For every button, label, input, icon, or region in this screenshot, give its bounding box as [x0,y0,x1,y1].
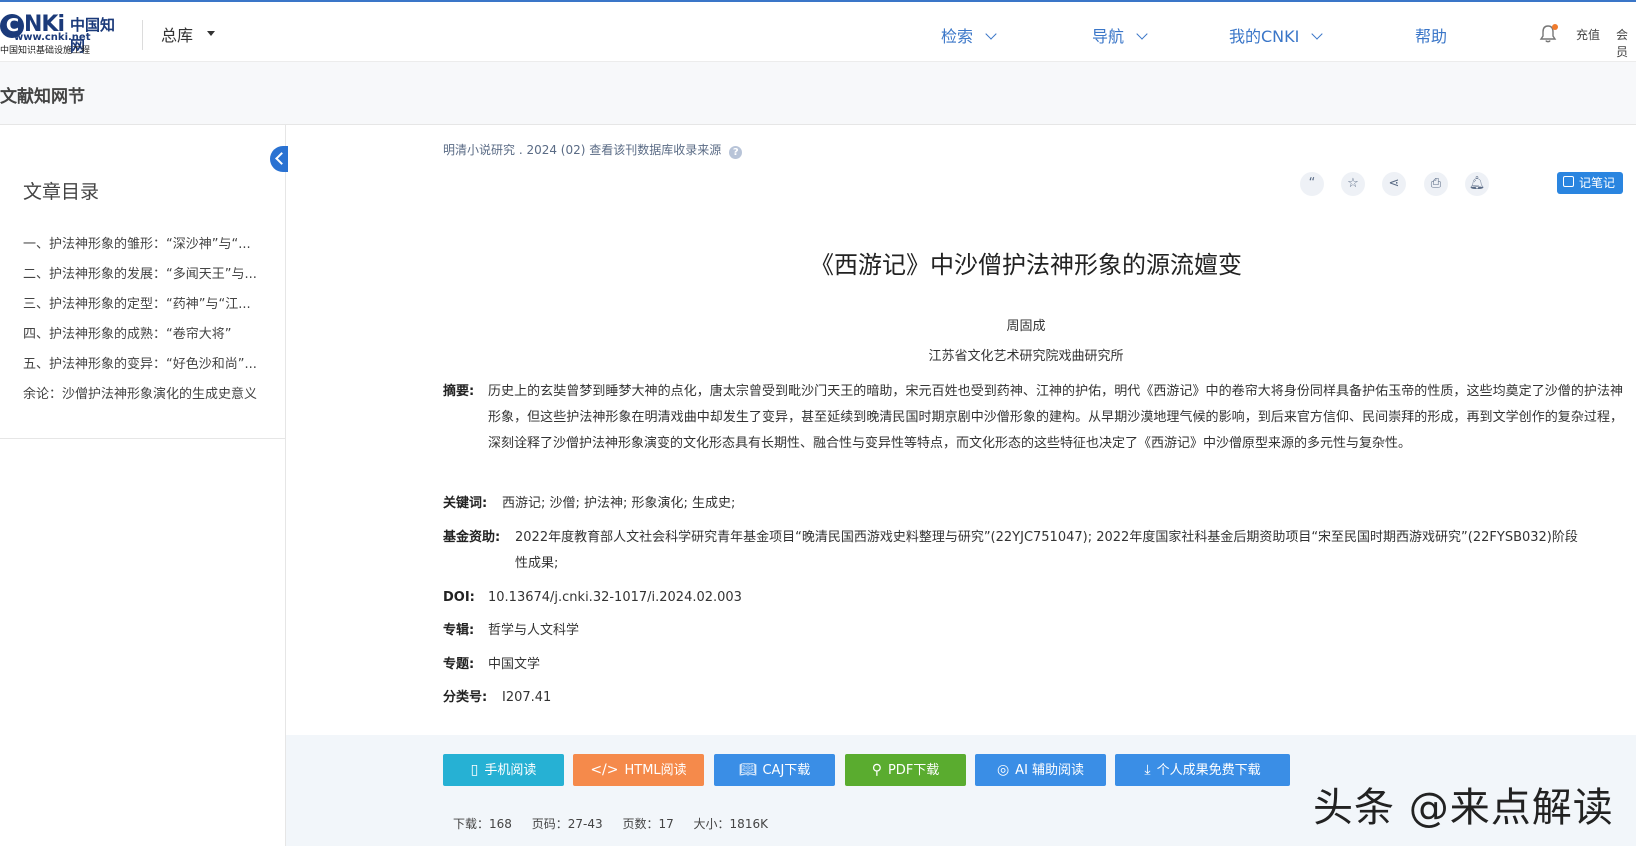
class-label: 分类号: [443,690,488,705]
nav-my-cnki-label: 我的CNKI [1229,27,1300,46]
toc-sidebar: 文章目录 一、护法神形象的雏形：“深沙神”与“... 二、护法神形象的发展：“多… [0,125,288,846]
fund-row: 基金资助: 2022年度教育部人文社会科学研究青年基金项目“晚清民国西游戏史料整… [443,525,1583,577]
notification-bell-icon[interactable] [1538,24,1558,44]
take-note-label: 记笔记 [1579,176,1616,190]
notification-dot [1552,24,1558,30]
mobile-read-label: 手机阅读 [484,763,537,778]
book-icon: 📖︎ [738,762,757,778]
topic-value: 中国文学 [488,657,541,672]
topic-row: 专题: 中国文学 [443,652,540,678]
toc-title: 文章目录 [23,181,100,203]
mobile-read-button[interactable]: ▯ 手机阅读 [443,754,564,786]
database-selector[interactable]: 总库 [161,22,215,46]
bell-icon[interactable]: 🔔︎ [1465,172,1489,196]
share-icon[interactable]: ⋖ [1382,172,1406,196]
nav-search-label: 检索 [941,27,974,46]
top-bar: C NKi 中国知网 www.cnki.net 中国知识基础设施工程 总库 检索 … [0,0,1636,62]
doi-label: DOI: [443,590,475,605]
html-read-label: HTML阅读 [624,763,687,778]
header-divider [142,20,143,50]
pdf-download-button[interactable]: ⚲ PDF下载 [845,754,966,786]
article-stats: 下载：168 页码：27-43 页数：17 大小：1816K [453,815,784,832]
print-icon[interactable]: ⎙ [1424,172,1448,196]
code-icon: </> [590,762,619,778]
watermark-text: 头条 @来点解读 [1313,785,1614,831]
nav-help-label: 帮助 [1415,27,1448,46]
class-row: 分类号: I207.41 [443,685,551,711]
fund-value[interactable]: 2022年度教育部人文社会科学研究青年基金项目“晚清民国西游戏史料整理与研究”(… [515,525,1583,577]
database-selector-label: 总库 [161,26,194,45]
keywords-row: 关键词: 西游记; 沙僧; 护法神; 形象演化; 生成史; [443,491,735,517]
caret-down-icon [207,31,215,36]
keywords-value[interactable]: 西游记; 沙僧; 护法神; 形象演化; 生成史; [502,496,735,511]
recharge-link[interactable]: 充值 [1576,26,1600,43]
ai-read-label: AI 辅助阅读 [1015,763,1085,778]
page-section-title: 文献知网节 [0,87,85,107]
nav-navigation-label: 导航 [1092,27,1125,46]
pdf-icon: ⚲ [871,762,882,778]
logo-subtitle: 中国知识基础设施工程 [0,46,91,56]
toc-item[interactable]: 四、护法神形象的成熟：“卷帘大将” [23,325,273,355]
nav-search[interactable]: 检索 [941,23,997,47]
toc-item[interactable]: 二、护法神形象的发展：“多闻天王”与... [23,265,273,295]
personal-download-label: 个人成果免费下载 [1156,763,1261,778]
toc-list: 一、护法神形象的雏形：“深沙神”与“... 二、护法神形象的发展：“多闻天王”与… [23,235,273,415]
abstract-label: 摘要: [443,384,475,399]
toc-item[interactable]: 一、护法神形象的雏形：“深沙神”与“... [23,235,273,265]
help-question-icon[interactable]: ? [729,146,743,159]
pdf-download-label: PDF下载 [887,763,940,778]
toc-divider [0,438,285,439]
nav-my-cnki[interactable]: 我的CNKI [1229,23,1324,47]
toc-item[interactable]: 余论：沙僧护法神形象演化的生成史意义 [23,385,273,415]
sub-header: 文献知网节 [0,62,1636,125]
stat-downloads: 下载：168 [453,817,512,831]
journal-source-text: 明清小说研究 . 2024 (02) 查看该刊数据库收录来源 [443,143,722,157]
caj-download-button[interactable]: 📖︎ CAJ下载 [714,754,835,786]
chevron-down-icon [985,28,997,40]
fund-label: 基金资助: [443,530,501,545]
star-icon[interactable]: ☆ [1341,172,1365,196]
personal-download-button[interactable]: ⤓ 个人成果免费下载 [1115,754,1290,786]
article-author[interactable]: 周固成 [286,315,1636,334]
quote-icon[interactable]: “ [1300,172,1324,196]
cnki-logo[interactable]: C NKi 中国知网 www.cnki.net 中国知识基础设施工程 [0,12,128,56]
journal-source[interactable]: 明清小说研究 . 2024 (02) 查看该刊数据库收录来源? [443,141,743,159]
topic-label: 专题: [443,657,475,672]
stat-size: 大小：1816K [693,817,768,831]
download-icon: ⤓ [1144,762,1151,778]
html-read-button[interactable]: </> HTML阅读 [573,754,704,786]
caj-download-label: CAJ下载 [762,763,811,778]
nav-navigation[interactable]: 导航 [1092,23,1148,47]
article-title: 《西游记》中沙僧护法神形象的源流嬗变 [810,251,1242,279]
stat-page-range: 页码：27-43 [531,817,603,831]
article-affiliation[interactable]: 江苏省文化艺术研究院戏曲研究所 [286,345,1636,364]
stat-page-count: 页数：17 [622,817,674,831]
toc-item[interactable]: 五、护法神形象的变异：“好色沙和尚”... [23,355,273,385]
doi-row: DOI: 10.13674/j.cnki.32-1017/i.2024.02.0… [443,585,742,611]
class-value: I207.41 [502,690,552,705]
nav-help[interactable]: 帮助 [1415,23,1447,47]
article-main: 明清小说研究 . 2024 (02) 查看该刊数据库收录来源? “ ☆ ⋖ ⎙ … [286,125,1636,846]
member-link[interactable]: 会员 [1616,26,1636,60]
ai-read-button[interactable]: ◎ AI 辅助阅读 [975,754,1106,786]
pen-icon [1563,176,1574,187]
toc-item[interactable]: 三、护法神形象的定型：“药神”与“江... [23,295,273,325]
logo-url: www.cnki.net [14,32,91,43]
ai-icon: ◎ [996,762,1010,778]
doi-value: 10.13674/j.cnki.32-1017/i.2024.02.003 [488,590,742,605]
phone-icon: ▯ [470,762,479,778]
abstract-row: 摘要: 历史上的玄奘曾梦到睡梦大神的点化，唐太宗曾受到毗沙门天王的暗助，宋元百姓… [443,379,1623,457]
chevron-down-icon [1136,28,1148,40]
series-row: 专辑: 哲学与人文科学 [443,618,579,644]
series-label: 专辑: [443,623,475,638]
series-value: 哲学与人文科学 [488,623,580,638]
keywords-label: 关键词: [443,496,488,511]
abstract-text: 历史上的玄奘曾梦到睡梦大神的点化，唐太宗曾受到毗沙门天王的暗助，宋元百姓也受到药… [488,384,1623,451]
chevron-down-icon [1311,28,1324,40]
take-note-button[interactable]: 记笔记 [1557,172,1623,194]
